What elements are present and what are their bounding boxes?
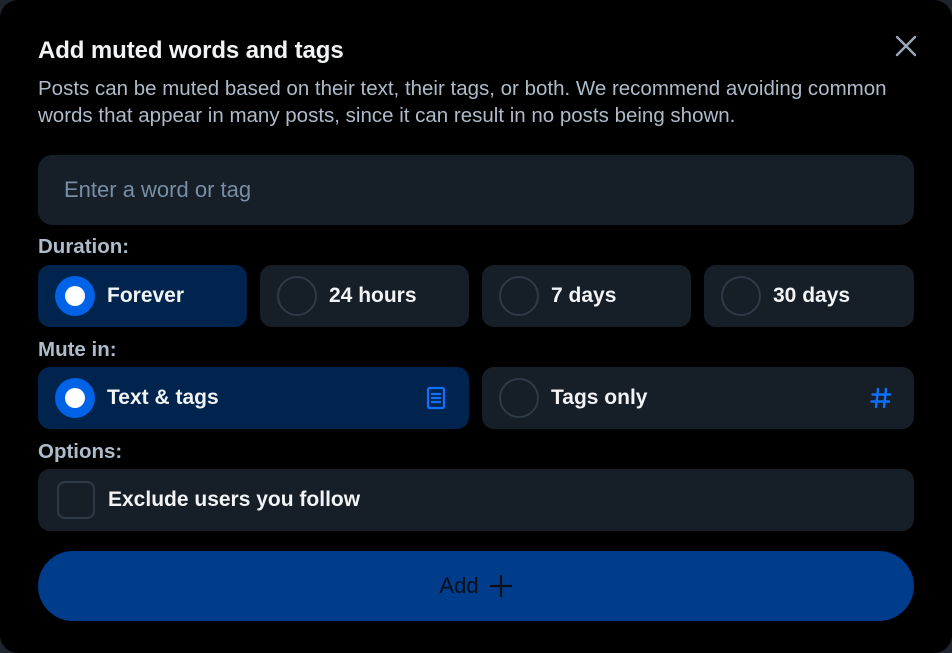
duration-option-7-days[interactable]: 7 days bbox=[482, 265, 691, 327]
radio-button[interactable] bbox=[499, 378, 539, 418]
exclude-following-checkbox[interactable] bbox=[57, 481, 95, 519]
mute-in-option-text-and-tags[interactable]: Text & tags bbox=[38, 367, 469, 429]
options-label: Options: bbox=[38, 440, 123, 463]
mute-in-label: Mute in: bbox=[38, 338, 117, 361]
hashtag-icon bbox=[868, 385, 894, 411]
option-label: Tags only bbox=[551, 386, 648, 409]
mute-in-option-tags-only[interactable]: Tags only bbox=[482, 367, 914, 429]
duration-label: Duration: bbox=[38, 235, 130, 258]
radio-button[interactable] bbox=[55, 276, 95, 316]
duration-option-24-hours[interactable]: 24 hours bbox=[260, 265, 469, 327]
option-label: 30 days bbox=[773, 284, 851, 307]
close-button[interactable] bbox=[888, 28, 924, 64]
duration-option-forever[interactable]: Forever bbox=[38, 265, 247, 327]
option-label: Exclude users you follow bbox=[108, 488, 361, 511]
add-button-label: Add bbox=[439, 573, 479, 598]
option-label: Forever bbox=[107, 284, 185, 307]
document-text-icon bbox=[423, 385, 449, 411]
close-icon bbox=[895, 35, 917, 57]
dialog-description: Posts can be muted based on their text, … bbox=[38, 77, 887, 127]
dialog-title: Add muted words and tags bbox=[38, 37, 344, 64]
radio-button[interactable] bbox=[721, 276, 761, 316]
mute-words-dialog: Add muted words and tags Posts can be mu… bbox=[0, 0, 952, 653]
duration-option-30-days[interactable]: 30 days bbox=[704, 265, 914, 327]
option-label: 7 days bbox=[551, 284, 617, 307]
option-label: 24 hours bbox=[329, 284, 417, 307]
exclude-following-option[interactable]: Exclude users you follow bbox=[38, 469, 914, 531]
add-button[interactable]: Add bbox=[38, 551, 914, 621]
radio-button[interactable] bbox=[55, 378, 95, 418]
plus-icon bbox=[489, 574, 513, 598]
option-label: Text & tags bbox=[107, 386, 219, 409]
radio-button[interactable] bbox=[499, 276, 539, 316]
word-or-tag-input[interactable] bbox=[38, 155, 914, 225]
radio-button[interactable] bbox=[277, 276, 317, 316]
